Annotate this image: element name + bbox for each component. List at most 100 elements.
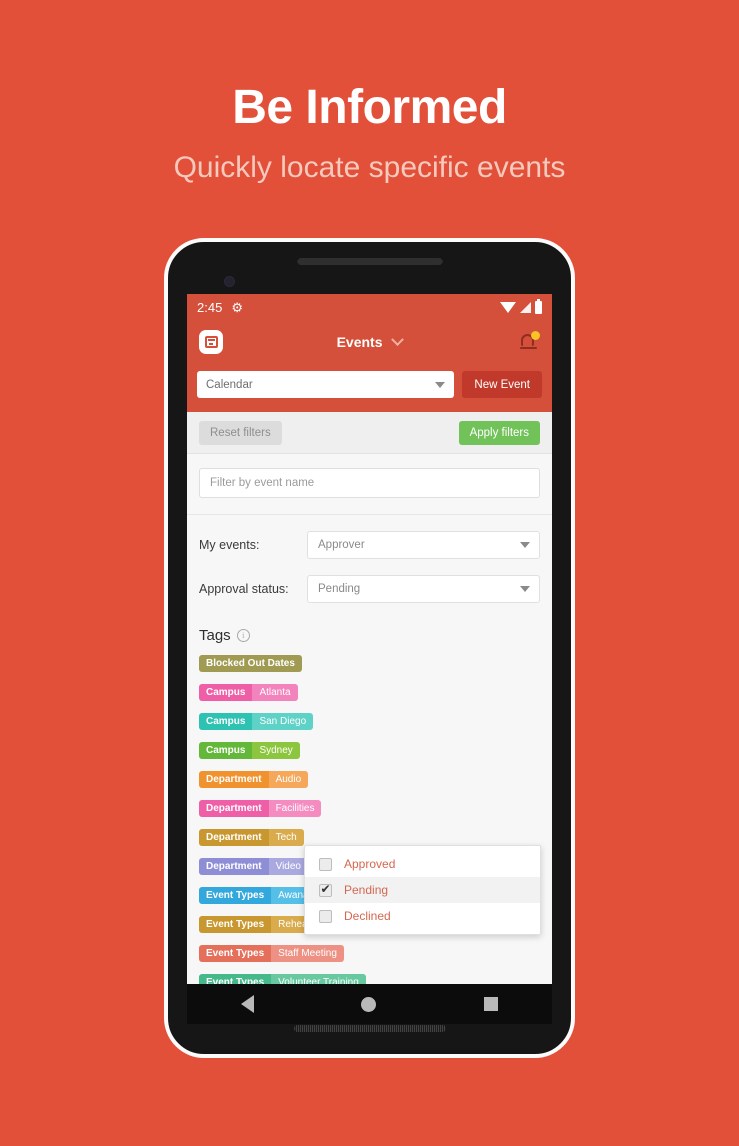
phone-screen: 2:45 ⚙ Events Calendar New Event Reset f…: [187, 294, 552, 984]
promo-subtitle: Quickly locate specific events: [173, 151, 566, 184]
dropdown-option[interactable]: Declined: [305, 903, 540, 929]
tag-value: Video: [268, 858, 308, 875]
page-title: Events: [336, 334, 383, 350]
tag-value: Audio: [268, 771, 309, 788]
tag-chip[interactable]: Department Video: [199, 858, 308, 875]
promo-header: Be Informed Quickly locate specific even…: [0, 0, 739, 185]
notifications-button[interactable]: [518, 331, 540, 353]
tag-value: Staff Meeting: [271, 945, 344, 962]
tag-value: San Diego: [252, 713, 314, 730]
tag-value: Sydney: [252, 742, 300, 759]
tag-value: Tech: [268, 829, 304, 846]
info-icon[interactable]: i: [236, 629, 250, 642]
tag-row: Department Facilities: [199, 798, 540, 827]
tag-row: Blocked Out Dates: [199, 653, 540, 682]
approval-status-label: Approval status:: [199, 582, 289, 596]
divider: [187, 514, 552, 515]
notification-badge: [531, 331, 540, 340]
dropdown-option-label: Pending: [344, 883, 389, 897]
wifi-icon: [500, 302, 516, 313]
my-events-select[interactable]: Approver: [307, 531, 540, 559]
app-bar-title-group[interactable]: Events: [187, 333, 552, 350]
checkbox[interactable]: [319, 857, 332, 871]
reset-filters-button[interactable]: Reset filters: [199, 420, 282, 445]
front-camera-icon: [224, 276, 235, 287]
home-circle-icon[interactable]: [361, 996, 377, 1012]
tag-chip[interactable]: Blocked Out Dates: [199, 655, 302, 672]
my-events-label: My events:: [199, 538, 260, 552]
status-bar: 2:45 ⚙: [187, 294, 552, 321]
android-nav-bar: [187, 984, 552, 1024]
tag-chip[interactable]: Campus Atlanta: [199, 684, 298, 701]
tag-row: Event Types Staff Meeting: [199, 943, 540, 972]
chevron-down-icon: [520, 586, 530, 592]
back-triangle-icon[interactable]: [240, 995, 254, 1013]
tag-chip[interactable]: Department Audio: [199, 771, 309, 788]
tag-key: Campus: [199, 684, 253, 701]
approval-status-select[interactable]: Pending: [307, 575, 540, 603]
status-indicators: [500, 299, 542, 314]
dropdown-option-label: Declined: [344, 909, 391, 923]
tag-chip[interactable]: Campus Sydney: [199, 742, 300, 759]
tag-key: Event Types: [199, 974, 272, 984]
status-time: 2:45: [197, 300, 223, 315]
tag-key: Event Types: [199, 887, 272, 904]
tag-key: Event Types: [199, 945, 272, 962]
bottom-speaker-grille: [293, 1025, 446, 1032]
calendar-icon[interactable]: [199, 330, 223, 354]
promo-title: Be Informed: [232, 81, 507, 134]
earpiece-grille: [297, 258, 442, 265]
checkbox[interactable]: [319, 882, 332, 897]
event-name-placeholder: Filter by event name: [210, 477, 315, 489]
app-bar: Events: [187, 321, 552, 363]
tag-row: Campus Sydney: [199, 740, 540, 769]
chevron-down-icon: [435, 381, 446, 388]
tag-key: Campus: [199, 713, 253, 730]
battery-icon: [535, 299, 542, 314]
my-events-value: Approver: [318, 539, 365, 551]
tags-header: Tags i: [199, 627, 540, 644]
dropdown-option-label: Approved: [344, 857, 396, 871]
new-event-button[interactable]: New Event: [462, 371, 542, 398]
tag-row: Campus Atlanta: [199, 682, 540, 711]
calendar-select-value: Calendar: [206, 378, 253, 391]
tag-chip[interactable]: Event Types Staff Meeting: [199, 945, 344, 962]
chevron-down-icon: [391, 333, 405, 347]
tag-key: Department: [199, 771, 269, 788]
tag-row: Department Audio: [199, 769, 540, 798]
dropdown-option[interactable]: Pending: [305, 877, 540, 903]
approval-status-row: Approval status: Pending: [199, 575, 540, 603]
apply-filters-button[interactable]: Apply filters: [458, 420, 540, 445]
tag-chip[interactable]: Campus San Diego: [199, 713, 314, 730]
tag-chip[interactable]: Department Facilities: [199, 800, 322, 817]
tag-key: Campus: [199, 742, 253, 759]
calendar-select[interactable]: Calendar: [197, 371, 455, 398]
tag-key: Blocked Out Dates: [199, 655, 302, 672]
chevron-down-icon: [520, 542, 530, 548]
event-name-filter-input[interactable]: Filter by event name: [199, 468, 540, 498]
calendar-row: Calendar New Event: [187, 363, 552, 412]
tag-key: Department: [199, 829, 269, 846]
signal-icon: [520, 302, 531, 313]
checkbox[interactable]: [319, 909, 332, 923]
filter-actions-bar: Reset filters Apply filters: [187, 412, 552, 454]
calendar-glyph: [204, 336, 218, 348]
recents-square-icon[interactable]: [484, 997, 499, 1011]
approval-status-value: Pending: [318, 583, 361, 595]
my-events-row: My events: Approver: [199, 531, 540, 559]
tag-value: Atlanta: [252, 684, 298, 701]
dropdown-option[interactable]: Approved: [305, 851, 540, 877]
tag-key: Department: [199, 800, 269, 817]
tag-row: Campus San Diego: [199, 711, 540, 740]
tag-value: Volunteer Training: [271, 974, 366, 984]
phone-mockup: 2:45 ⚙ Events Calendar New Event Reset f…: [164, 238, 575, 1058]
tag-key: Event Types: [199, 916, 272, 933]
tag-chip[interactable]: Department Tech: [199, 829, 304, 846]
tag-chip[interactable]: Event Types Volunteer Training: [199, 974, 366, 984]
tag-chip[interactable]: Event Types Awana: [199, 887, 316, 904]
tags-title: Tags: [199, 627, 231, 644]
tag-value: Facilities: [268, 800, 322, 817]
approval-status-dropdown[interactable]: Approved Pending Declined: [304, 845, 541, 935]
tag-key: Department: [199, 858, 269, 875]
gear-icon: ⚙: [231, 300, 243, 315]
